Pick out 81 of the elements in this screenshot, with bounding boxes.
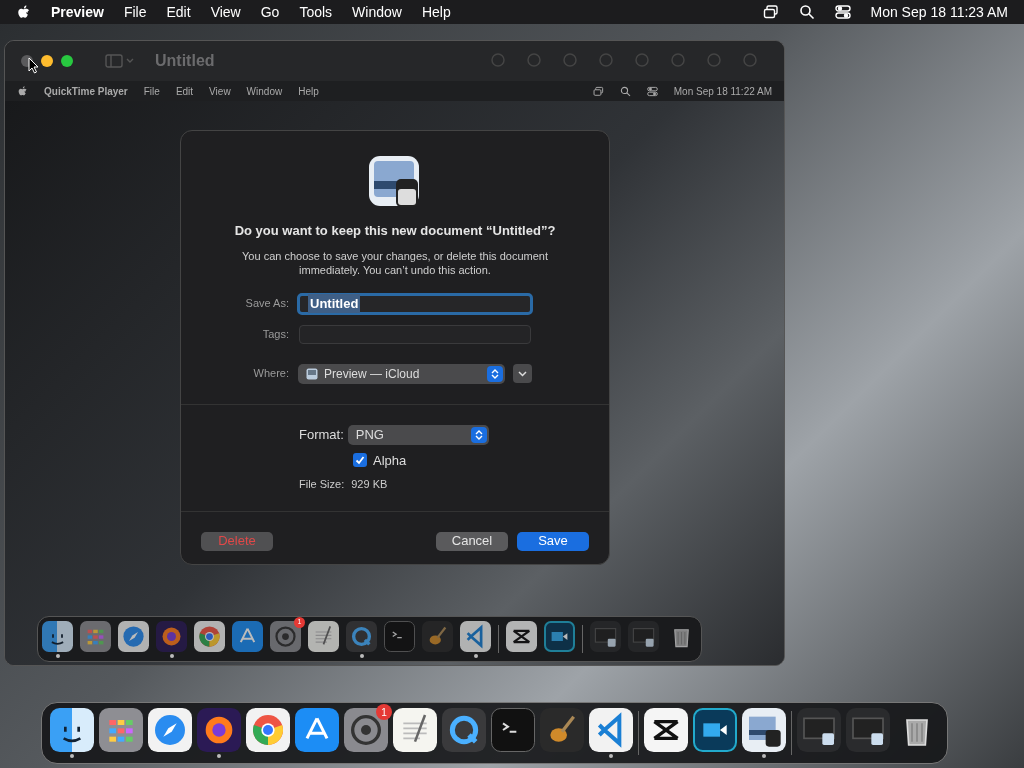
tags-field[interactable] — [299, 324, 531, 344]
chevron-down-icon — [518, 370, 527, 377]
finder-face-icon[interactable] — [50, 708, 94, 752]
menu-item[interactable]: Window — [246, 83, 283, 99]
menu-item[interactable]: Window — [352, 1, 402, 23]
notification-badge: 1 — [376, 704, 392, 720]
app-grid-icon[interactable] — [80, 620, 111, 652]
code-editor-icon[interactable] — [460, 620, 491, 652]
video-camera-icon[interactable] — [693, 708, 737, 752]
menu-item[interactable]: Edit — [166, 1, 191, 23]
menu-item[interactable]: Help — [421, 1, 451, 23]
compass-icon[interactable] — [118, 620, 149, 652]
window-thumbnail-icon[interactable] — [628, 620, 659, 652]
up-down-arrows-icon[interactable] — [487, 365, 503, 382]
dialog-title: Do you want to keep this new document “Untitled”? — [234, 222, 556, 240]
screens-icon[interactable] — [592, 85, 604, 97]
field-label: Save As: — [244, 296, 290, 312]
fox-globe-icon[interactable] — [156, 620, 187, 652]
app-menu[interactable]: Preview — [51, 1, 104, 23]
folder-icon — [306, 367, 318, 380]
field-label: Tags: — [261, 326, 290, 342]
code-editor-icon[interactable] — [589, 708, 633, 752]
window-thumbnail-icon[interactable] — [590, 620, 621, 652]
up-down-arrows-icon[interactable] — [470, 426, 487, 443]
dialog-message: You can choose to save your changes, or delete this document immediately. You can’t undo this action. — [241, 248, 549, 277]
control-center-icon[interactable] — [646, 85, 658, 97]
gear-icon[interactable] — [344, 708, 388, 752]
app-store-a-icon[interactable] — [295, 708, 339, 752]
alpha-checkbox[interactable] — [353, 453, 367, 468]
apple-logo-icon[interactable] — [17, 85, 28, 97]
window-title: Untitled — [155, 51, 215, 71]
screens-icon[interactable] — [762, 4, 779, 20]
photo-viewer-icon[interactable] — [742, 708, 786, 752]
guitar-icon[interactable] — [422, 620, 453, 652]
finder-face-icon[interactable] — [42, 620, 73, 652]
menu-item[interactable]: View — [210, 1, 241, 23]
quicktime-q-icon[interactable] — [346, 620, 377, 652]
expand-button[interactable] — [513, 364, 532, 383]
checkbox-label: Alpha — [373, 451, 407, 470]
menu-item[interactable]: View — [209, 83, 231, 99]
apple-logo-icon[interactable] — [16, 4, 31, 20]
file-size-value: 929 KB — [351, 477, 388, 492]
pointer-icon — [28, 57, 39, 74]
menu-item[interactable]: File — [123, 1, 147, 23]
menu-item[interactable]: Tools — [299, 1, 333, 23]
menu-bar-clock: Mon Sep 18 11:22 AM — [673, 84, 772, 99]
app-menu[interactable]: QuickTime Player — [44, 83, 128, 99]
app-store-a-icon[interactable] — [232, 620, 263, 652]
chrome-logo-icon[interactable] — [194, 620, 225, 652]
terminal-icon[interactable] — [491, 708, 535, 752]
chrome-logo-icon[interactable] — [246, 708, 290, 752]
format-dropdown[interactable]: PNG — [347, 424, 489, 445]
control-center-icon[interactable] — [834, 4, 851, 20]
notepad-pen-icon[interactable] — [308, 620, 339, 652]
cancel-button[interactable]: Cancel — [436, 531, 508, 551]
quicktime-q-icon[interactable] — [442, 708, 486, 752]
field-label: Format: — [299, 425, 344, 444]
fox-globe-icon[interactable] — [197, 708, 241, 752]
save-button[interactable]: Save — [517, 531, 589, 551]
app-grid-icon[interactable] — [99, 708, 143, 752]
field-label: File Size: — [299, 477, 345, 492]
window-thumbnail-icon[interactable] — [797, 708, 841, 752]
menu-item[interactable]: Edit — [175, 83, 194, 99]
gear-icon[interactable] — [270, 620, 301, 652]
zoom-button[interactable] — [61, 55, 73, 67]
compass-icon[interactable] — [148, 708, 192, 752]
where-dropdown[interactable]: Preview — iCloud — [298, 363, 505, 384]
video-camera-icon[interactable] — [544, 620, 575, 652]
menu-item[interactable]: File — [143, 83, 160, 99]
notepad-pen-icon[interactable] — [393, 708, 437, 752]
scissors-icon[interactable] — [506, 620, 537, 652]
window-thumbnail-icon[interactable] — [846, 708, 890, 752]
save-as-field[interactable]: Untitled — [297, 292, 533, 315]
menu-bar-clock: Mon Sep 18 11:23 AM — [870, 2, 1008, 22]
menu-item[interactable]: Help — [298, 83, 319, 99]
field-label: Where: — [252, 366, 290, 382]
minimize-button[interactable] — [41, 55, 53, 67]
preview-app-icon — [368, 155, 422, 209]
scissors-icon[interactable] — [644, 708, 688, 752]
guitar-icon[interactable] — [540, 708, 584, 752]
menu-item[interactable]: Go — [260, 1, 280, 23]
